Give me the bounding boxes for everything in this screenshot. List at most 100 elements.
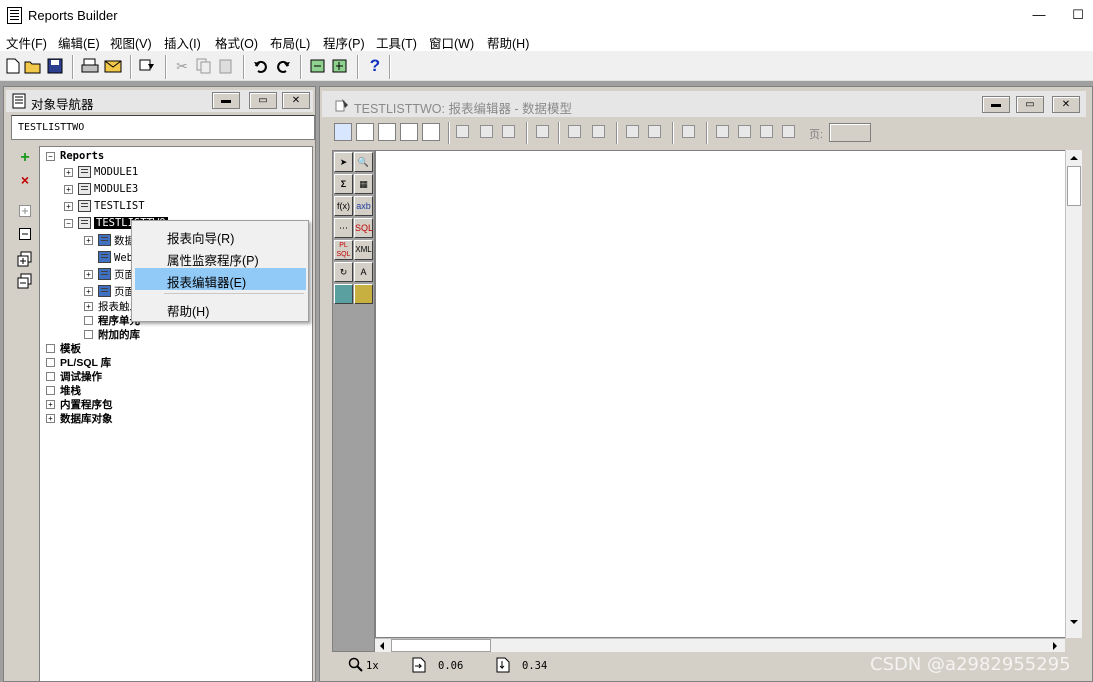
menu-context-help[interactable]: 帮助(H) [135, 297, 306, 319]
repeating-frame-icon[interactable] [592, 125, 605, 138]
vertical-scrollbar[interactable] [1065, 150, 1082, 638]
next-page-icon[interactable] [760, 125, 773, 138]
collapse-icon[interactable]: − [46, 151, 55, 161]
scroll-down-icon[interactable] [1068, 618, 1080, 626]
expand-icon[interactable]: + [64, 201, 73, 211]
editor-close-button[interactable]: ✕ [1052, 96, 1080, 113]
compile-all-icon[interactable] [331, 57, 349, 75]
vertical-scroll-thumb[interactable] [1067, 166, 1081, 206]
ungroup-icon[interactable] [648, 125, 661, 138]
navigator-find-field[interactable]: TESTLISTTWO [11, 115, 315, 140]
data-model-view-icon[interactable] [334, 123, 352, 141]
copy-icon[interactable] [195, 57, 213, 75]
scroll-left-icon[interactable] [378, 641, 386, 651]
delete-icon[interactable]: × [17, 172, 33, 188]
menu-view[interactable]: 视图(V) [110, 33, 152, 52]
text-query-icon[interactable]: A [354, 262, 373, 282]
scroll-right-icon[interactable] [1051, 641, 1059, 651]
expand-icon[interactable]: + [46, 399, 55, 409]
expand-icon[interactable]: + [64, 167, 73, 177]
menu-property-inspector[interactable]: 属性监察程序(P) [135, 246, 306, 268]
tree-node-templates[interactable]: 模板 [46, 341, 81, 355]
select-region-icon[interactable] [682, 125, 695, 138]
menu-report-editor[interactable]: 报表编辑器(E) [135, 268, 306, 290]
collapse-icon[interactable] [17, 228, 33, 244]
summary-column-icon[interactable]: Σ [334, 174, 353, 194]
save-icon[interactable] [46, 57, 64, 75]
align-bottom-icon[interactable] [502, 125, 515, 138]
expand-icon[interactable]: + [84, 235, 93, 245]
tree-node-debug[interactable]: 调试操作 [46, 369, 102, 383]
expand-icon[interactable] [17, 205, 33, 221]
navigator-maximize-button[interactable]: ▭ [249, 92, 277, 109]
open-icon[interactable] [24, 57, 42, 75]
create-icon[interactable]: + [17, 150, 33, 166]
tree-node-reports[interactable]: − Reports [46, 149, 104, 163]
menu-help[interactable]: 帮助(H) [487, 33, 529, 52]
menu-program[interactable]: 程序(P) [323, 33, 365, 52]
placeholder-column-icon[interactable]: axb [354, 196, 373, 216]
expand-all-icon[interactable] [17, 251, 33, 267]
tree-node-attached-libs[interactable]: 附加的库 [84, 327, 140, 341]
first-page-icon[interactable] [716, 125, 729, 138]
sql-query-icon[interactable]: SQL [354, 218, 373, 238]
menu-edit[interactable]: 编辑(E) [58, 33, 100, 52]
menu-window[interactable]: 窗口(W) [429, 33, 474, 52]
collapse-all-icon[interactable] [17, 273, 33, 289]
data-model-canvas[interactable] [375, 150, 1081, 638]
tree-node-plsql-libs[interactable]: PL/SQL 库 [46, 355, 111, 369]
cut-icon[interactable]: ✂ [173, 57, 191, 75]
minimize-button[interactable]: — [1027, 4, 1051, 26]
tree-node-testlist[interactable]: + TESTLIST [64, 199, 145, 213]
expand-icon[interactable]: + [46, 413, 55, 423]
menu-layout[interactable]: 布局(L) [270, 33, 310, 52]
tree-node-builtin-packages[interactable]: + 内置程序包 [46, 397, 113, 411]
menu-file[interactable]: 文件(F) [6, 33, 47, 52]
param-form-view-icon[interactable] [422, 123, 440, 141]
paper-layout-view-icon[interactable] [378, 123, 396, 141]
maximize-button[interactable]: ☐ [1066, 4, 1090, 26]
xml-query-icon[interactable]: XML [354, 240, 373, 260]
navigator-close-button[interactable]: ✕ [282, 92, 310, 109]
jdbc-query-icon[interactable] [334, 284, 353, 304]
align-left-icon[interactable] [456, 125, 469, 138]
expand-icon[interactable]: + [84, 286, 93, 296]
magnify-tool-icon[interactable]: 🔍 [354, 152, 373, 172]
expand-icon[interactable]: + [84, 301, 93, 311]
group-icon[interactable] [626, 125, 639, 138]
navigator-minimize-button[interactable]: ▬ [212, 92, 240, 109]
ref-cursor-icon[interactable]: ↻ [334, 262, 353, 282]
tree-node-stack[interactable]: 堆栈 [46, 383, 81, 397]
expand-icon[interactable]: + [64, 184, 73, 194]
tree-node-module3[interactable]: + MODULE3 [64, 182, 138, 196]
expand-icon[interactable]: + [84, 269, 93, 279]
tree-node-module1[interactable]: + MODULE1 [64, 165, 138, 179]
menu-insert[interactable]: 插入(I) [164, 33, 201, 52]
collapse-icon[interactable]: − [64, 218, 73, 228]
print-icon[interactable] [81, 57, 99, 75]
paste-icon[interactable] [217, 57, 235, 75]
undo-icon[interactable] [252, 57, 270, 75]
redo-icon[interactable] [274, 57, 292, 75]
mail-icon[interactable] [104, 57, 122, 75]
web-source-view-icon[interactable] [356, 123, 374, 141]
paper-design-view-icon[interactable] [400, 123, 418, 141]
data-link-icon[interactable]: ⋯ [334, 218, 353, 238]
frame-icon[interactable] [568, 125, 581, 138]
editor-minimize-button[interactable]: ▬ [982, 96, 1010, 113]
tree-node-database-objects[interactable]: + 数据库对象 [46, 411, 113, 425]
compile-icon[interactable] [309, 57, 327, 75]
plsql-query-icon[interactable]: PL SQL [334, 240, 353, 260]
align-center-icon[interactable] [480, 125, 493, 138]
help-icon[interactable]: ? [366, 56, 384, 75]
menu-tools[interactable]: 工具(T) [376, 33, 417, 52]
formula-column-icon[interactable]: f(x) [334, 196, 353, 216]
horizontal-scroll-thumb[interactable] [391, 639, 491, 652]
editor-maximize-button[interactable]: ▭ [1016, 96, 1044, 113]
menu-format[interactable]: 格式(O) [215, 33, 258, 52]
run-icon[interactable] [139, 57, 157, 75]
scroll-up-icon[interactable] [1068, 154, 1080, 162]
page-number-field[interactable] [829, 123, 871, 142]
menu-report-wizard[interactable]: 报表向导(R) [135, 224, 306, 246]
previous-page-icon[interactable] [738, 125, 751, 138]
